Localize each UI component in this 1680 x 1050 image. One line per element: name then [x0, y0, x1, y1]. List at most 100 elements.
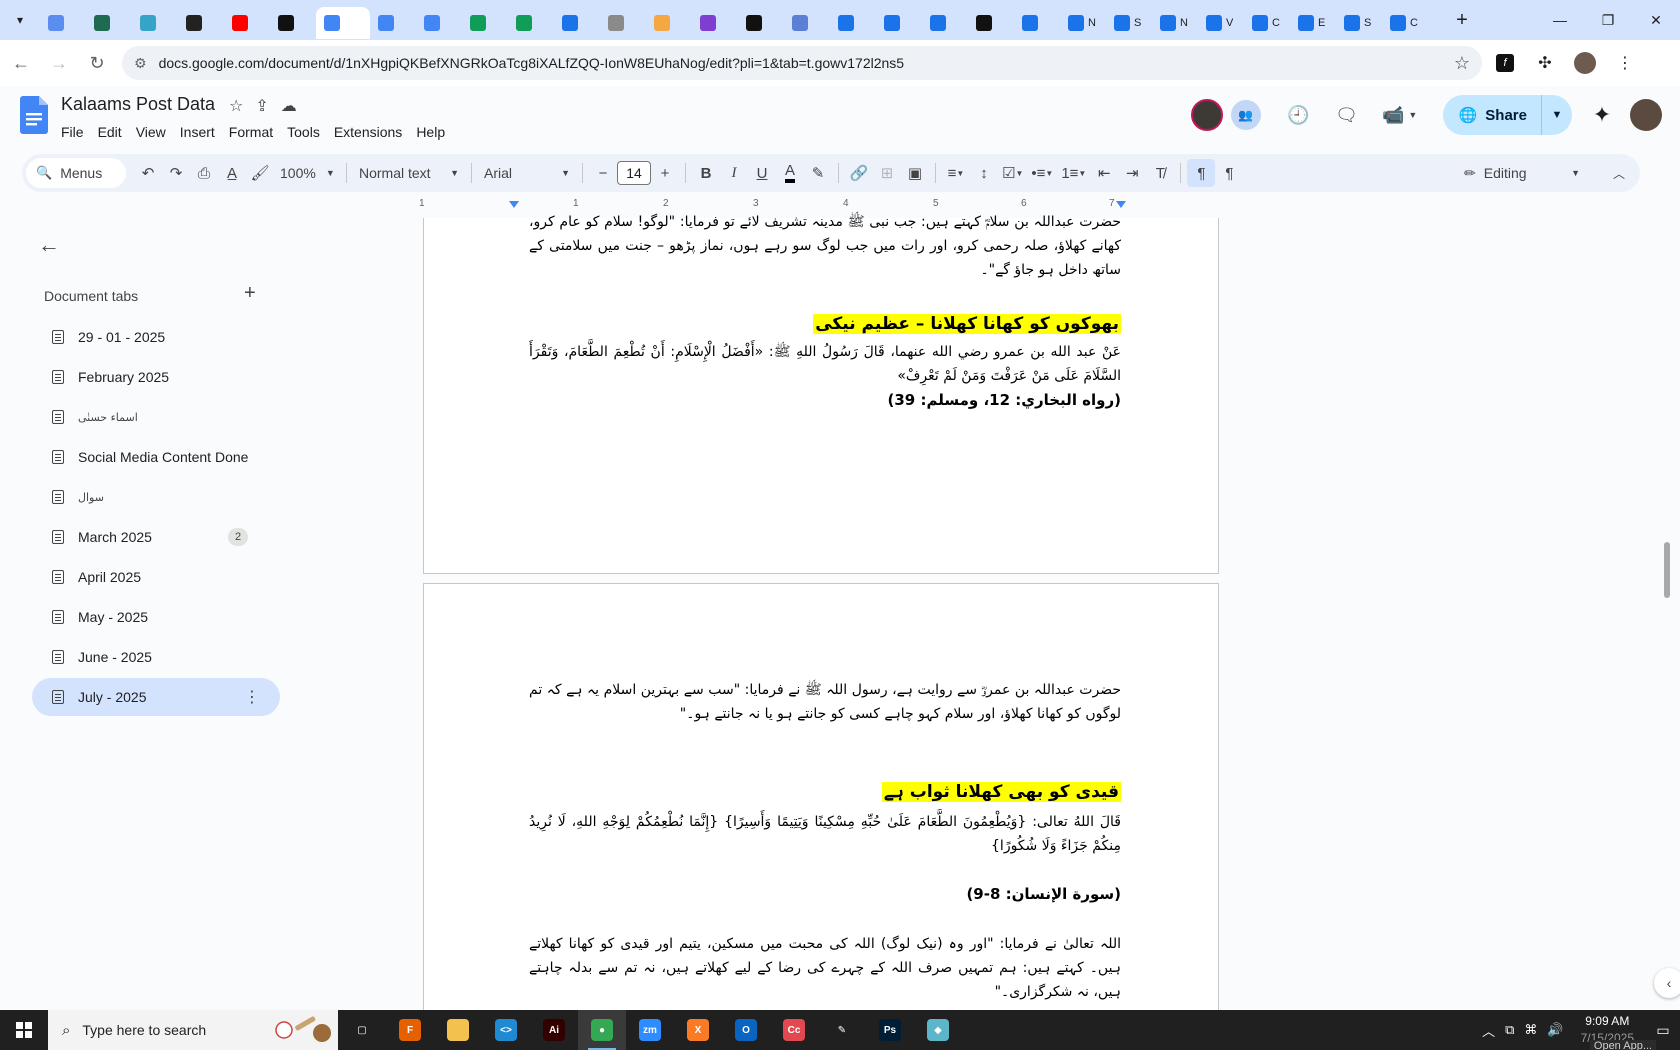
rtl-direction-icon[interactable]: ¶: [1187, 159, 1216, 187]
browser-tab[interactable]: S: [1336, 7, 1382, 39]
browser-tab[interactable]: [270, 7, 316, 39]
collaborators-chip[interactable]: 👥: [1230, 100, 1261, 130]
google-docs-logo-icon[interactable]: [20, 96, 48, 134]
insert-image-icon[interactable]: ▣: [901, 159, 929, 187]
ltr-direction-icon[interactable]: ¶: [1215, 159, 1243, 187]
document-page-1[interactable]: حضرت عبداللہ بن سلامؓ کہتے ہیں: جب نبی ﷺ…: [423, 214, 1219, 574]
browser-tab[interactable]: V: [1198, 7, 1244, 39]
document-tab-item[interactable]: March 2025 2: [32, 518, 280, 556]
tab-search-button[interactable]: ▾: [6, 6, 34, 34]
increase-font-size-button[interactable]: +: [651, 159, 679, 187]
browser-tab[interactable]: [830, 7, 876, 39]
share-dropdown-button[interactable]: ▼: [1542, 109, 1572, 121]
cloud-status-icon[interactable]: ☁: [281, 96, 297, 116]
site-info-icon[interactable]: ⚙: [134, 55, 147, 72]
forward-button[interactable]: →: [42, 46, 76, 80]
decrease-font-size-button[interactable]: −: [589, 159, 617, 187]
menu-edit[interactable]: Edit: [91, 124, 129, 140]
app-diamond-taskbar-icon[interactable]: ◆: [914, 1010, 962, 1050]
increase-indent-icon[interactable]: ⇥: [1118, 159, 1146, 187]
browser-tab[interactable]: [1014, 7, 1060, 39]
outlook-taskbar-icon[interactable]: O: [722, 1010, 770, 1050]
add-document-tab-button[interactable]: +: [244, 282, 256, 305]
document-tab-item[interactable]: Social Media Content Done: [32, 438, 280, 476]
browser-tab[interactable]: [554, 7, 600, 39]
menus-search[interactable]: 🔍 Menus: [26, 158, 126, 188]
version-history-icon[interactable]: 🕘: [1279, 95, 1319, 135]
illustrator-taskbar-icon[interactable]: Ai: [530, 1010, 578, 1050]
star-icon[interactable]: ☆: [229, 96, 243, 116]
document-tab-item[interactable]: May - 2025: [32, 598, 280, 636]
browser-tab[interactable]: N: [1152, 7, 1198, 39]
document-tab-item[interactable]: June - 2025: [32, 638, 280, 676]
underline-button[interactable]: U: [748, 159, 776, 187]
document-title[interactable]: Kalaams Post Data: [61, 94, 215, 115]
add-comment-icon[interactable]: ⊞: [873, 159, 901, 187]
menu-format[interactable]: Format: [222, 124, 280, 140]
browser-tab[interactable]: [876, 7, 922, 39]
browser-tab[interactable]: [178, 7, 224, 39]
browser-tab[interactable]: S: [1106, 7, 1152, 39]
browser-tab[interactable]: [692, 7, 738, 39]
move-icon[interactable]: ⇪: [255, 96, 268, 116]
menu-view[interactable]: View: [129, 124, 173, 140]
document-page-2[interactable]: حضرت عبداللہ بن عمروؓ سے روایت ہے، رسول …: [423, 583, 1219, 1013]
browser-tab[interactable]: [416, 7, 462, 39]
vscode-taskbar-icon[interactable]: <>: [482, 1010, 530, 1050]
screen-capture-icon[interactable]: ⧉: [1500, 1022, 1519, 1038]
line-spacing-icon[interactable]: ↕: [970, 159, 998, 187]
clear-formatting-icon[interactable]: T̸: [1146, 159, 1174, 187]
photoshop-taskbar-icon[interactable]: Ps: [866, 1010, 914, 1050]
browser-tab[interactable]: [600, 7, 646, 39]
browser-tab[interactable]: [508, 7, 554, 39]
chrome-taskbar-icon[interactable]: ●: [578, 1010, 626, 1050]
numbered-list-icon[interactable]: 1≡ ▼: [1057, 159, 1090, 187]
zoom-taskbar-icon[interactable]: zm: [626, 1010, 674, 1050]
new-tab-button[interactable]: +: [1448, 6, 1476, 34]
document-tab-item[interactable]: 29 - 01 - 2025: [32, 318, 280, 356]
show-side-panel-chevron-icon[interactable]: ‹: [1654, 968, 1680, 998]
browser-tab[interactable]: E: [1290, 7, 1336, 39]
bulleted-list-icon[interactable]: •≡ ▼: [1027, 159, 1057, 187]
meet-icon[interactable]: 📹 ▼: [1375, 95, 1425, 135]
pen-tool-taskbar-icon[interactable]: ✎: [818, 1010, 866, 1050]
browser-tab[interactable]: [922, 7, 968, 39]
chrome-menu-icon[interactable]: ⋮: [1608, 46, 1642, 80]
checklist-icon[interactable]: ☑ ▼: [998, 159, 1027, 187]
browser-tab[interactable]: [40, 7, 86, 39]
close-sidebar-arrow-icon[interactable]: ←: [38, 232, 60, 258]
editing-mode-select[interactable]: ✏ Editing ▼: [1452, 158, 1592, 188]
show-hidden-icons-icon[interactable]: ︿: [1477, 1021, 1500, 1040]
creative-cloud-taskbar-icon[interactable]: Cc: [770, 1010, 818, 1050]
share-button[interactable]: 🌐 Share: [1443, 95, 1542, 135]
menu-file[interactable]: File: [54, 124, 91, 140]
minimize-button[interactable]: —: [1536, 0, 1584, 40]
browser-tab[interactable]: [316, 7, 370, 39]
menu-extensions[interactable]: Extensions: [327, 124, 409, 140]
restore-button[interactable]: ❐: [1584, 0, 1632, 40]
bold-button[interactable]: B: [692, 159, 720, 187]
decrease-indent-icon[interactable]: ⇤: [1090, 159, 1118, 187]
bookmark-star-icon[interactable]: ☆: [1454, 53, 1470, 74]
gemini-sparkle-icon[interactable]: ✦: [1584, 97, 1620, 133]
font-select[interactable]: Arial ▼: [478, 159, 576, 187]
hide-menus-chevron-icon[interactable]: ︿: [1604, 158, 1634, 188]
windows-start-icon[interactable]: [0, 1010, 48, 1050]
extension-icon[interactable]: f: [1488, 46, 1522, 80]
text-color-button[interactable]: A: [776, 159, 804, 187]
menu-insert[interactable]: Insert: [173, 124, 222, 140]
xampp-taskbar-icon[interactable]: X: [674, 1010, 722, 1050]
browser-tab[interactable]: [738, 7, 784, 39]
align-icon[interactable]: ≡ ▼: [942, 159, 970, 187]
document-tab-item[interactable]: February 2025: [32, 358, 280, 396]
right-indent-marker[interactable]: [1116, 201, 1126, 208]
taskbar-search-box[interactable]: ⌕ Type here to search: [48, 1010, 338, 1050]
tab-options-icon[interactable]: ⋮: [244, 687, 260, 707]
reload-button[interactable]: ↻: [80, 46, 114, 80]
address-bar[interactable]: ⚙ docs.google.com/document/d/1nXHgpiQKBe…: [122, 46, 1482, 80]
browser-tab[interactable]: [224, 7, 270, 39]
browser-tab[interactable]: C: [1382, 7, 1428, 39]
file-explorer-taskbar-icon[interactable]: [434, 1010, 482, 1050]
italic-button[interactable]: I: [720, 159, 748, 187]
browser-tab[interactable]: [132, 7, 178, 39]
